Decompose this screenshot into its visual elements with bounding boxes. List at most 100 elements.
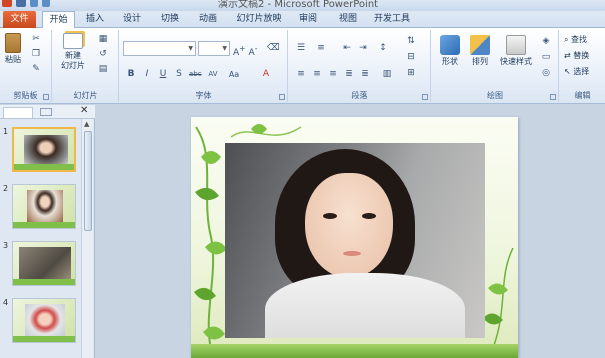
distribute-icon[interactable]: ≣ xyxy=(359,69,371,80)
current-slide[interactable] xyxy=(191,117,518,358)
copy-icon[interactable]: ❐ xyxy=(30,49,42,60)
strikethrough-icon[interactable]: abc xyxy=(189,69,202,80)
tab-review[interactable]: 审阅 xyxy=(293,11,323,28)
tab-insert[interactable]: 插入 xyxy=(80,11,110,28)
format-painter-icon[interactable]: ✎ xyxy=(30,64,42,75)
change-case-icon[interactable]: Aa xyxy=(228,69,240,80)
shape-outline-icon[interactable]: ▭ xyxy=(540,52,552,63)
columns-icon[interactable]: ▥ xyxy=(381,69,393,80)
line-spacing-icon[interactable]: ↕ xyxy=(377,43,389,54)
section-icon[interactable]: ▤ xyxy=(97,64,109,75)
thumb-grass xyxy=(14,164,74,170)
font-name-combo[interactable]: ▼ xyxy=(123,41,196,56)
align-right-icon[interactable]: ≡ xyxy=(327,69,339,80)
align-left-icon[interactable]: ≡ xyxy=(295,69,307,80)
numbering-icon[interactable]: ≡ xyxy=(315,43,327,54)
save-icon[interactable] xyxy=(16,0,26,7)
font-color-icon[interactable]: A xyxy=(260,69,272,80)
font-dialog-launcher[interactable] xyxy=(279,94,285,100)
scroll-up-arrow[interactable]: ▲ xyxy=(84,120,89,128)
arrange-icon xyxy=(470,35,490,55)
text-direction-icon[interactable]: ⇅ xyxy=(405,36,417,47)
thumbnail-scrollbar[interactable]: ▲ xyxy=(81,119,93,358)
tab-slides-view[interactable] xyxy=(3,107,33,118)
replace-button[interactable]: ⇄ 替换 xyxy=(564,50,589,61)
find-button[interactable]: ⌕ 查找 xyxy=(564,34,587,45)
tab-file[interactable]: 文件 xyxy=(3,11,36,28)
bold-icon[interactable]: B xyxy=(125,69,137,80)
slide-photo[interactable] xyxy=(225,143,485,338)
drawing-dialog-launcher[interactable] xyxy=(550,94,556,100)
select-icon: ↖ xyxy=(564,67,571,76)
shadow-icon[interactable]: S xyxy=(173,69,185,80)
font-size-combo[interactable]: ▼ xyxy=(198,41,230,56)
shrink-font-icon[interactable]: A- xyxy=(247,43,259,58)
clipboard-dialog-launcher[interactable] xyxy=(43,94,49,100)
replace-label: 替换 xyxy=(573,51,590,60)
grow-font-icon[interactable]: A+ xyxy=(233,43,245,58)
clipboard-icon xyxy=(5,33,21,53)
cut-icon[interactable]: ✂ xyxy=(30,34,42,45)
char-spacing-icon[interactable]: AV xyxy=(207,69,219,80)
italic-icon[interactable]: I xyxy=(141,69,153,80)
slide-number: 1 xyxy=(3,127,9,136)
align-text-icon[interactable]: ⊟ xyxy=(405,52,417,63)
arrange-button[interactable]: 排列 xyxy=(466,35,494,67)
tab-design[interactable]: 设计 xyxy=(117,11,147,28)
reset-icon[interactable]: ↺ xyxy=(97,49,109,60)
slide-thumbnail-panel: ✕ 1 2 3 4 ▲ xyxy=(0,105,95,358)
group-editing: ⌕ 查找 ⇄ 替换 ↖ 选择 编辑 xyxy=(560,30,605,102)
thumb-grass xyxy=(13,336,75,342)
smartart-icon[interactable]: ⊞ xyxy=(405,68,417,79)
shapes-button[interactable]: 形状 xyxy=(436,35,464,67)
slide-thumb-image xyxy=(12,184,76,229)
bullets-icon[interactable]: ☰ xyxy=(295,43,307,54)
paste-button[interactable]: 粘贴 xyxy=(2,33,24,65)
clear-format-icon[interactable]: ⌫ xyxy=(267,43,280,54)
app-icon[interactable] xyxy=(2,0,12,7)
arrange-label: 排列 xyxy=(472,57,488,66)
select-button[interactable]: ↖ 选择 xyxy=(564,66,589,77)
thumb-photo xyxy=(19,247,71,281)
align-center-icon[interactable]: ≡ xyxy=(311,69,323,80)
new-slide-button[interactable]: 新建 幻灯片 xyxy=(56,33,90,71)
slide-number: 4 xyxy=(3,298,9,307)
new-slide-icon xyxy=(63,33,83,49)
slide-thumbnail[interactable]: 2 xyxy=(0,184,80,234)
tab-developer[interactable]: 开发工具 xyxy=(371,11,413,28)
quick-styles-button[interactable]: 快速样式 xyxy=(496,35,536,67)
scroll-thumb[interactable] xyxy=(84,131,92,231)
group-paragraph-label: 段落 xyxy=(351,91,368,100)
shape-fill-icon[interactable]: ◈ xyxy=(540,36,552,47)
slide-thumbnail[interactable]: 4 xyxy=(0,298,80,348)
justify-icon[interactable]: ≣ xyxy=(343,69,355,80)
underline-icon[interactable]: U xyxy=(157,69,169,80)
tab-view[interactable]: 视图 xyxy=(333,11,363,28)
find-label: 查找 xyxy=(571,35,588,44)
replace-icon: ⇄ xyxy=(564,51,571,60)
slide-grass-border xyxy=(191,344,518,358)
group-paragraph: ☰ ≡ ⇤ ⇥ ↕ ⇅ ⊟ ⊞ ≡ ≡ ≡ ≣ ≣ ▥ 段落 xyxy=(289,30,431,102)
new-slide-label-1: 新建 xyxy=(65,51,81,60)
ribbon: 粘贴 ✂ ❐ ✎ 剪贴板 新建 幻灯片 ▦ ↺ ▤ 幻灯片 ▼ ▼ A+ A- … xyxy=(0,28,605,104)
undo-icon[interactable] xyxy=(30,0,38,7)
redo-icon[interactable] xyxy=(42,0,50,7)
layout-icon[interactable]: ▦ xyxy=(97,34,109,45)
photo-eye-right xyxy=(362,213,376,219)
paste-label: 粘贴 xyxy=(5,55,21,64)
group-clipboard: 粘贴 ✂ ❐ ✎ 剪贴板 xyxy=(0,30,52,102)
decrease-indent-icon[interactable]: ⇤ xyxy=(341,43,353,54)
tab-slideshow[interactable]: 幻灯片放映 xyxy=(233,11,285,28)
slide-thumbnail[interactable]: 1 xyxy=(0,127,80,177)
paragraph-dialog-launcher[interactable] xyxy=(422,94,428,100)
tab-outline-view[interactable] xyxy=(40,108,52,116)
tab-home[interactable]: 开始 xyxy=(42,11,75,29)
group-slides: 新建 幻灯片 ▦ ↺ ▤ 幻灯片 xyxy=(53,30,119,102)
slide-thumbnail[interactable]: 3 xyxy=(0,241,80,291)
close-panel-icon[interactable]: ✕ xyxy=(80,105,88,116)
increase-indent-icon[interactable]: ⇥ xyxy=(357,43,369,54)
shape-effects-icon[interactable]: ◎ xyxy=(540,68,552,79)
tab-animations[interactable]: 动画 xyxy=(193,11,223,28)
group-editing-label: 编辑 xyxy=(574,91,591,100)
tab-transitions[interactable]: 切换 xyxy=(155,11,185,28)
